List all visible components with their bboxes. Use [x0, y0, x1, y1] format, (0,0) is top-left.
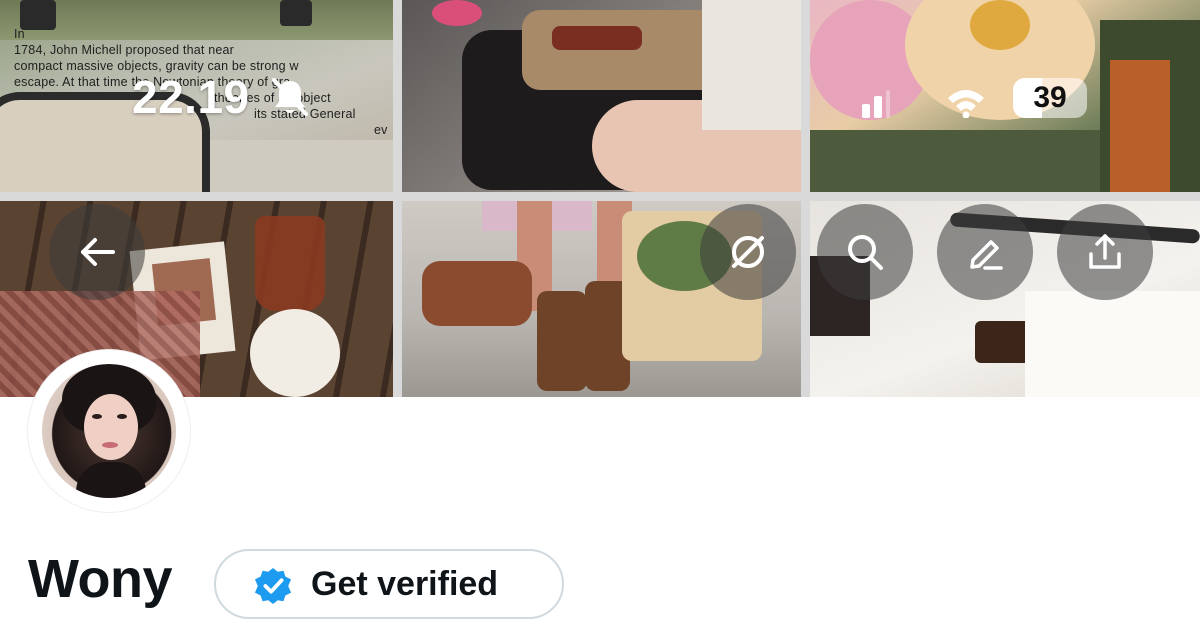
arrow-left-icon	[81, 238, 115, 266]
overlay-text-line: ev	[374, 123, 388, 137]
battery-indicator: 39	[1013, 78, 1087, 118]
edit-button[interactable]	[937, 204, 1033, 300]
cellular-signal-icon	[862, 90, 890, 123]
pencil-icon	[970, 240, 1003, 270]
back-button[interactable]	[49, 204, 145, 300]
share-button[interactable]	[1057, 204, 1153, 300]
overlay-text-line: 1784, John Michell proposed that near	[14, 43, 235, 57]
battery-level-text: 39	[1033, 81, 1067, 114]
verified-badge-icon	[254, 567, 292, 605]
profile-avatar[interactable]	[28, 350, 190, 512]
overlay-text-line: In	[14, 27, 25, 41]
share-icon	[1089, 234, 1121, 269]
search-button[interactable]	[817, 204, 913, 300]
grok-button[interactable]	[700, 204, 796, 300]
banner-photo-2	[402, 0, 801, 192]
profile-banner: In 1784, John Michell proposed that near…	[0, 0, 1200, 397]
get-verified-button[interactable]: Get verified	[214, 549, 564, 619]
get-verified-label: Get verified	[311, 565, 499, 603]
bell-muted-icon	[270, 76, 310, 123]
avatar-photo	[42, 364, 176, 498]
wifi-icon	[946, 88, 986, 123]
grok-icon	[732, 236, 764, 268]
status-time: 22.19	[132, 71, 250, 123]
profile-display-name: Wony	[28, 549, 173, 609]
search-icon	[848, 235, 883, 270]
